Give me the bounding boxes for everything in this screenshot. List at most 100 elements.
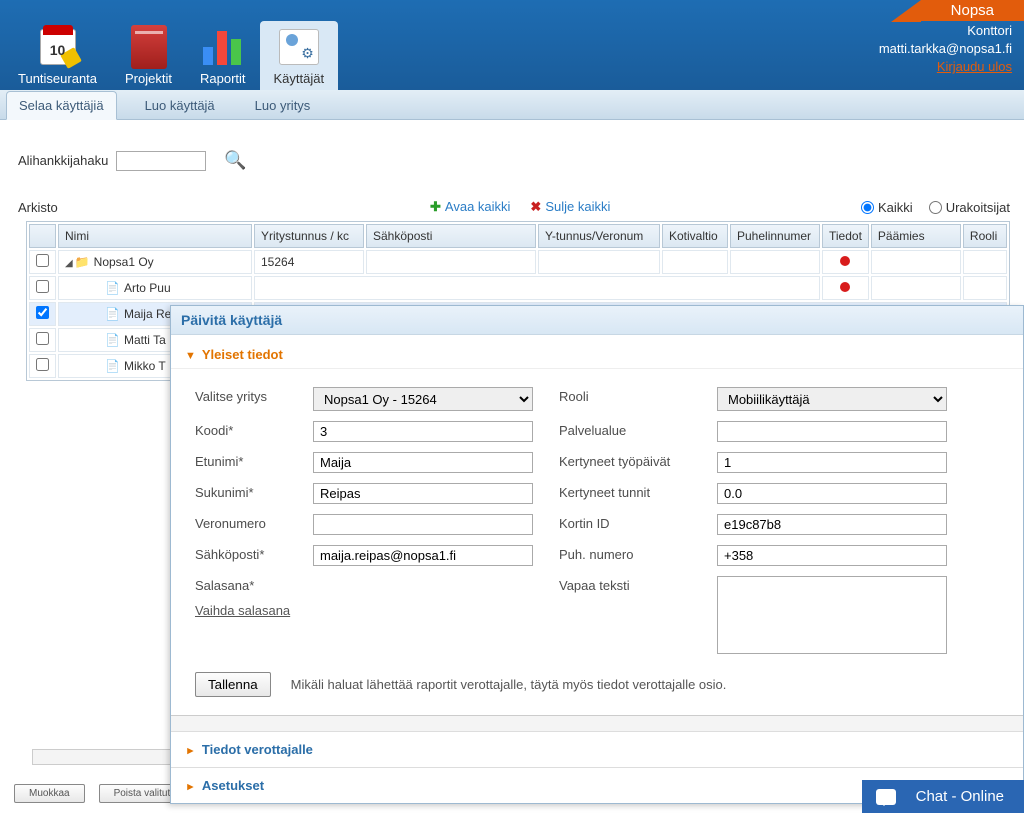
radio-contractors[interactable]: Urakoitsijat [929, 200, 1010, 215]
lbl-etunimi: Etunimi* [195, 452, 313, 473]
plus-icon: ✚ [430, 199, 441, 214]
row-name: Mikko T [124, 359, 166, 373]
lbl-kertyneet-tunnit: Kertyneet tunnit [559, 483, 717, 504]
file-icon: 📄 [105, 359, 120, 373]
update-user-panel: Päivitä käyttäjä ▼Yleiset tiedot Valitse… [170, 305, 1024, 804]
radio-all[interactable]: Kaikki [861, 200, 913, 215]
row-name: Maija Re [124, 307, 171, 321]
col-yritystunnus[interactable]: Yritystunnus / kc [254, 224, 364, 248]
col-paamies[interactable]: Päämies [871, 224, 961, 248]
veronumero-input[interactable] [313, 514, 533, 535]
col-nimi[interactable]: Nimi [58, 224, 252, 248]
row-checkbox[interactable] [36, 332, 49, 345]
form-col-right: Rooli Mobiilikäyttäjä Palvelualue Kertyn… [559, 387, 947, 654]
palvelualue-input[interactable] [717, 421, 947, 442]
top-header: Nopsa Konttori matti.tarkka@nopsa1.fi Ki… [0, 0, 1024, 90]
close-all-link[interactable]: ✖Sulje kaikki [530, 199, 610, 215]
nav-label: Tuntiseuranta [18, 71, 97, 86]
koodi-input[interactable] [313, 421, 533, 442]
col-ytunnus[interactable]: Y-tunnus/Veronum [538, 224, 660, 248]
section-general-label: Yleiset tiedot [202, 347, 283, 362]
filter-radios: Kaikki Urakoitsijat [861, 200, 1014, 215]
search-input[interactable] [116, 151, 206, 171]
sukunimi-input[interactable] [313, 483, 533, 504]
nav-projektit[interactable]: Projektit [111, 21, 186, 90]
sub-tabs: Selaa käyttäjiä Luo käyttäjä Luo yritys [0, 90, 1024, 120]
chat-widget[interactable]: Chat - Online [862, 780, 1024, 813]
file-icon: 📄 [105, 307, 120, 321]
user-org: Konttori [879, 22, 1012, 40]
lbl-palvelualue: Palvelualue [559, 421, 717, 442]
company-code: 15264 [254, 250, 364, 274]
file-icon: 📄 [105, 333, 120, 347]
file-icon: 📄 [105, 281, 120, 295]
tab-create-company[interactable]: Luo yritys [243, 92, 323, 119]
table-row-company[interactable]: ◢📁Nopsa1 Oy 15264 [29, 250, 1007, 274]
edit-button[interactable]: Muokkaa [14, 784, 85, 803]
folder-mini-icon: 📁 [75, 255, 90, 269]
table-row[interactable]: 📄 Arto Puu [29, 276, 1007, 300]
hscrollbar[interactable] [32, 749, 174, 765]
folder-icon [129, 27, 169, 67]
chat-bubble-icon [876, 789, 896, 805]
col-puh[interactable]: Puhelinnumer [730, 224, 820, 248]
nav-tuntiseuranta[interactable]: Tuntiseuranta [4, 21, 111, 90]
lbl-veronumero: Veronumero [195, 514, 313, 535]
chart-icon [203, 27, 243, 67]
arkisto-label: Arkisto [10, 200, 430, 215]
search-icon[interactable]: 🔍 [224, 150, 246, 171]
kertyneet-tunnit-input[interactable] [717, 483, 947, 504]
lbl-kortin-id: Kortin ID [559, 514, 717, 535]
nav-kayttajat[interactable]: Käyttäjät [260, 21, 339, 90]
radio-all-label: Kaikki [878, 200, 913, 215]
bottom-buttons: Muokkaa Poista valitut [14, 784, 185, 803]
kertyneet-paivat-input[interactable] [717, 452, 947, 473]
vapaa-textarea[interactable] [717, 576, 947, 654]
puh-input[interactable] [717, 545, 947, 566]
tree-arrow-icon[interactable]: ◢ [65, 258, 73, 269]
user-email: matti.tarkka@nopsa1.fi [879, 40, 1012, 58]
rooli-select[interactable]: Mobiilikäyttäjä [717, 387, 947, 411]
save-button[interactable]: Tallenna [195, 672, 271, 697]
col-sahkoposti[interactable]: Sähköposti [366, 224, 536, 248]
etunimi-input[interactable] [313, 452, 533, 473]
sahkoposti-input[interactable] [313, 545, 533, 566]
section-settings-label: Asetukset [202, 778, 264, 793]
section-tax[interactable]: ▼Tiedot verottajalle [171, 731, 1023, 767]
logout-link[interactable]: Kirjaudu ulos [879, 58, 1012, 76]
kortin-id-input[interactable] [717, 514, 947, 535]
company-select[interactable]: Nopsa1 Oy - 15264 [313, 387, 533, 411]
form-hint: Mikäli haluat lähettää raportit verottaj… [291, 677, 727, 692]
section-tax-label: Tiedot verottajalle [202, 742, 313, 757]
col-koti[interactable]: Kotivaltio [662, 224, 728, 248]
form-footer: Tallenna Mikäli haluat lähettää raportit… [171, 662, 1023, 715]
panel-hscrollbar[interactable] [171, 715, 1023, 731]
lbl-salasana: Salasana* [195, 576, 313, 593]
row-name: Arto Puu [124, 281, 171, 295]
row-checkbox[interactable] [36, 254, 49, 267]
close-all-label: Sulje kaikki [545, 199, 610, 214]
row-checkbox[interactable] [36, 280, 49, 293]
change-password-link[interactable]: Vaihda salasana [195, 603, 533, 618]
tab-create-user[interactable]: Luo käyttäjä [133, 92, 227, 119]
open-all-link[interactable]: ✚Avaa kaikki [430, 199, 510, 215]
radio-all-input[interactable] [861, 201, 874, 214]
tab-browse-users[interactable]: Selaa käyttäjiä [6, 91, 117, 120]
user-block: Konttori matti.tarkka@nopsa1.fi Kirjaudu… [879, 22, 1012, 77]
col-rooli[interactable]: Rooli [963, 224, 1007, 248]
status-dot-icon [840, 256, 850, 266]
main-nav: Tuntiseuranta Projektit Raportit Käyttäj… [0, 0, 1024, 90]
radio-contractors-input[interactable] [929, 201, 942, 214]
lbl-koodi: Koodi* [195, 421, 313, 442]
section-general[interactable]: ▼Yleiset tiedot [171, 335, 1023, 369]
row-checkbox[interactable] [36, 358, 49, 371]
lbl-vapaa: Vapaa teksti [559, 576, 717, 654]
row-name: Matti Ta [124, 333, 166, 347]
col-tiedot[interactable]: Tiedot [822, 224, 869, 248]
nav-raportit[interactable]: Raportit [186, 21, 260, 90]
toolbar-row: Arkisto ✚Avaa kaikki ✖Sulje kaikki Kaikk… [10, 199, 1014, 215]
lbl-rooli: Rooli [559, 387, 717, 411]
chat-label: Chat - Online [916, 788, 1004, 805]
status-dot-icon [840, 282, 850, 292]
row-checkbox[interactable] [36, 306, 49, 319]
